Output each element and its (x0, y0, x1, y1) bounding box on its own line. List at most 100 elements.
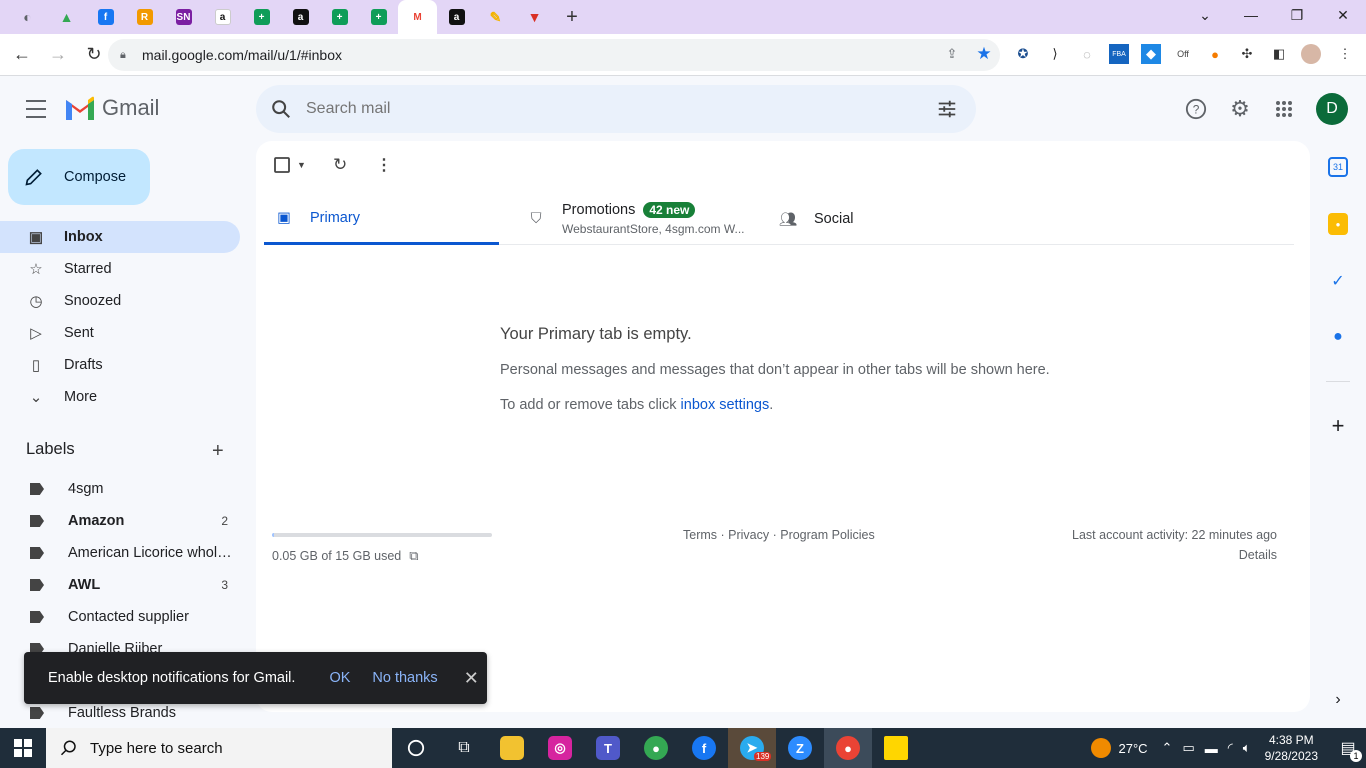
open-external-icon[interactable]: ⧉ (409, 548, 418, 564)
browser-tab[interactable]: f (86, 0, 125, 34)
address-bar[interactable]: 🔒︎ mail.google.com/mail/u/1/#inbox (108, 39, 1000, 71)
bookmark-star-icon[interactable]: ★ (974, 44, 994, 64)
program-policies-link[interactable]: Program Policies (780, 528, 874, 542)
browser-tab[interactable]: SN (164, 0, 203, 34)
select-dropdown-icon[interactable]: ▼ (297, 157, 306, 173)
help-icon[interactable]: ? (1184, 97, 1208, 121)
off-extension-icon[interactable]: Off (1173, 44, 1193, 64)
label-item[interactable]: AWL 3 (0, 569, 240, 601)
tray-chevron-up-icon[interactable]: ⌃ (1162, 740, 1173, 756)
taskbar-search-box[interactable]: Type here to search (46, 728, 392, 768)
menu-kebab-icon[interactable]: ⋮ (1335, 44, 1355, 64)
label-item[interactable]: Contacted supplier (0, 601, 240, 633)
teams-icon[interactable]: T (584, 728, 632, 768)
label-item[interactable]: American Licorice whol… (0, 537, 240, 569)
volume-icon[interactable]: 🔈︎ (1243, 740, 1251, 756)
zoom-icon[interactable]: Z (776, 728, 824, 768)
browser-tab[interactable]: M (398, 0, 437, 34)
browser-tab[interactable]: + (359, 0, 398, 34)
close-icon[interactable]: ✕ (464, 668, 479, 689)
cortana-icon[interactable] (392, 728, 440, 768)
wifi-icon[interactable]: ◜ (1228, 740, 1233, 756)
browser-tab[interactable]: a (281, 0, 320, 34)
temperature[interactable]: 27°C (1119, 741, 1148, 756)
chrome-active-icon[interactable]: ● (824, 728, 872, 768)
main-menu-icon[interactable] (22, 97, 50, 121)
search-input[interactable] (306, 100, 906, 118)
sidebar-item-starred[interactable]: ☆ Starred (0, 253, 240, 285)
browser-tab[interactable]: a (203, 0, 242, 34)
keep-icon[interactable]: ● (1328, 213, 1348, 235)
tab-primary[interactable]: ▣ Primary (264, 193, 499, 245)
battery-icon[interactable]: ▬ (1205, 741, 1218, 756)
instagram-icon[interactable]: ◎ (536, 728, 584, 768)
notification-center-icon[interactable]: ▤ 1 (1330, 728, 1366, 768)
fba-extension-icon[interactable]: FBA (1109, 44, 1129, 64)
taskbar-clock[interactable]: 4:38 PM 9/28/2023 (1265, 732, 1318, 764)
new-tab-button[interactable]: + (554, 0, 590, 34)
contacts-icon[interactable]: ● (1326, 325, 1350, 349)
search-options-icon[interactable] (936, 98, 958, 120)
reload-icon[interactable]: ↻ (78, 39, 110, 71)
tasks-icon[interactable]: ✓ (1326, 269, 1350, 293)
windows-start-button[interactable] (0, 728, 46, 768)
account-avatar[interactable]: D (1316, 93, 1348, 125)
chrome-icon[interactable]: ● (632, 728, 680, 768)
settings-gear-icon[interactable]: ⚙ (1228, 96, 1252, 121)
share-icon[interactable]: ⇪ (942, 44, 962, 64)
add-label-icon[interactable]: + (212, 440, 224, 463)
tab-promotions[interactable]: ⛉ Promotions 42 new WebstaurantStore, 4s… (526, 193, 766, 245)
inbox-settings-link[interactable]: inbox settings (681, 397, 770, 413)
browser-tab[interactable]: ✎ (476, 0, 515, 34)
storage-usage[interactable]: 0.05 GB of 15 GB used ⧉ (272, 548, 419, 564)
tab-search-chevron-icon[interactable]: ⌄ (1182, 0, 1228, 30)
label-item[interactable]: 4sgm (0, 473, 240, 505)
minimize-button[interactable]: — (1228, 0, 1274, 30)
sidebar-item-sent[interactable]: ▷ Sent (0, 317, 240, 349)
profile-avatar-icon[interactable] (1301, 44, 1321, 64)
search-icon[interactable] (270, 98, 292, 120)
back-arrow-icon[interactable]: ← (6, 39, 38, 71)
get-addons-plus-icon[interactable]: + (1326, 413, 1350, 438)
refresh-icon[interactable]: ↻ (333, 155, 347, 174)
browser-tab[interactable]: ◐ (8, 0, 47, 34)
browser-tab[interactable]: ▼ (515, 0, 554, 34)
facebook-icon[interactable]: f (680, 728, 728, 768)
close-window-button[interactable]: ✕ (1320, 0, 1366, 30)
restore-button[interactable]: ❐ (1274, 0, 1320, 30)
tab-social[interactable]: 👥︎ Social (778, 193, 978, 245)
puzzle-icon[interactable]: ✣ (1237, 44, 1257, 64)
label-item[interactable]: Amazon 2 (0, 505, 240, 537)
extension-icon[interactable]: ⟩ (1045, 44, 1065, 64)
extension-icon[interactable]: ✪ (1013, 44, 1033, 64)
sidebar-item-inbox[interactable]: ▣ Inbox (0, 221, 240, 253)
privacy-link[interactable]: Privacy (728, 528, 769, 542)
browser-tab[interactable]: ▲ (47, 0, 86, 34)
browser-tab[interactable]: + (320, 0, 359, 34)
task-view-icon[interactable]: ⧉ (440, 728, 488, 768)
extension-icon[interactable]: ◌ (1077, 44, 1097, 64)
extension-icon[interactable]: ◆ (1141, 44, 1161, 64)
details-link[interactable]: Details (1239, 548, 1277, 562)
search-bar[interactable] (256, 85, 976, 133)
select-all-checkbox[interactable] (274, 157, 290, 173)
sidebar-item-more[interactable]: ⌄ More (0, 381, 240, 413)
telegram-icon[interactable]: ➤ 139 (728, 728, 776, 768)
gmail-logo[interactable]: Gmail (64, 95, 159, 121)
snackbar-ok-button[interactable]: OK (329, 670, 350, 686)
meet-now-icon[interactable]: ▭ (1182, 740, 1194, 756)
browser-tab[interactable]: + (242, 0, 281, 34)
browser-tab[interactable]: a (437, 0, 476, 34)
extension-icon[interactable]: ● (1205, 44, 1225, 64)
apps-grid-icon[interactable] (1272, 97, 1296, 121)
more-options-icon[interactable]: ⋮ (376, 157, 392, 174)
side-panel-icon[interactable]: ◧ (1269, 44, 1289, 64)
forward-arrow-icon[interactable]: → (42, 39, 74, 71)
weather-sun-icon[interactable] (1090, 738, 1111, 758)
sidebar-item-drafts[interactable]: ▯ Drafts (0, 349, 240, 381)
file-explorer-icon[interactable] (488, 728, 536, 768)
browser-tab[interactable]: R (125, 0, 164, 34)
compose-button[interactable]: Compose (8, 149, 150, 205)
snackbar-no-thanks-button[interactable]: No thanks (372, 670, 437, 686)
sidebar-item-snoozed[interactable]: ◷ Snoozed (0, 285, 240, 317)
